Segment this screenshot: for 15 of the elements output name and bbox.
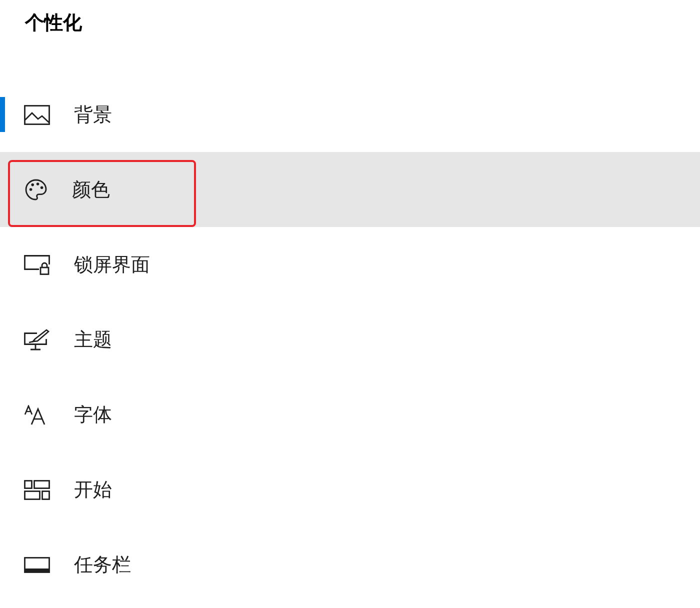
- page-title: 个性化: [24, 12, 82, 36]
- font-icon: [24, 404, 46, 424]
- nav-item[interactable]: 颜色: [0, 152, 700, 227]
- picture-icon: [24, 104, 50, 124]
- nav-item[interactable]: 背景: [0, 77, 700, 152]
- nav-item[interactable]: 开始: [0, 452, 700, 527]
- monitor-brush-icon: [24, 328, 50, 350]
- nav-item[interactable]: 主题: [0, 302, 700, 377]
- nav-item[interactable]: 字体: [0, 377, 700, 452]
- nav-item[interactable]: 锁屏界面: [0, 227, 700, 302]
- nav-item[interactable]: 任务栏: [0, 527, 700, 602]
- taskbar-icon: [24, 556, 50, 572]
- palette-icon: [24, 178, 48, 202]
- lock-screen-icon: [24, 254, 50, 274]
- tiles-icon: [24, 480, 50, 500]
